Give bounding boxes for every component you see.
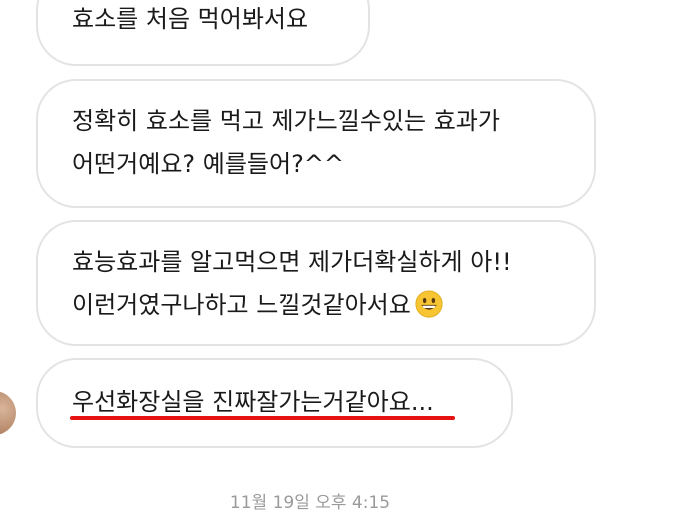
- message-text-line: 효소를 처음 먹어봐서요: [72, 5, 309, 33]
- sender-avatar[interactable]: [0, 391, 16, 435]
- grinning-face-emoji-icon: [415, 290, 443, 318]
- message-bubble-2: 정확히 효소를 먹고 제가느낄수있는 효과가 어떤거예요? 예를들어?^^: [36, 79, 596, 208]
- message-text-line-with-emoji: 이런거였구나하고 느낄것같아서요: [72, 284, 560, 327]
- message-bubble-3: 효능효과를 알고먹으면 제가더확실하게 아!! 이런거였구나하고 느낄것같아서요: [36, 220, 596, 346]
- message-text-line: 정확히 효소를 먹고 제가느낄수있는 효과가: [72, 107, 500, 135]
- message-bubble-4: 우선화장실을 진짜잘가는거같아요...: [36, 358, 513, 448]
- message-bubble-1: 효소를 처음 먹어봐서요: [36, 0, 370, 66]
- red-underline-annotation: [70, 416, 455, 420]
- message-text-line: 효능효과를 알고먹으면 제가더확실하게 아!!: [72, 248, 512, 276]
- message-text-line: 어떤거예요? 예를들어?^^: [72, 150, 345, 178]
- message-timestamp: 11월 19일 오후 4:15: [229, 493, 391, 513]
- message-text-line: 이런거였구나하고 느낄것같아서요: [72, 291, 411, 319]
